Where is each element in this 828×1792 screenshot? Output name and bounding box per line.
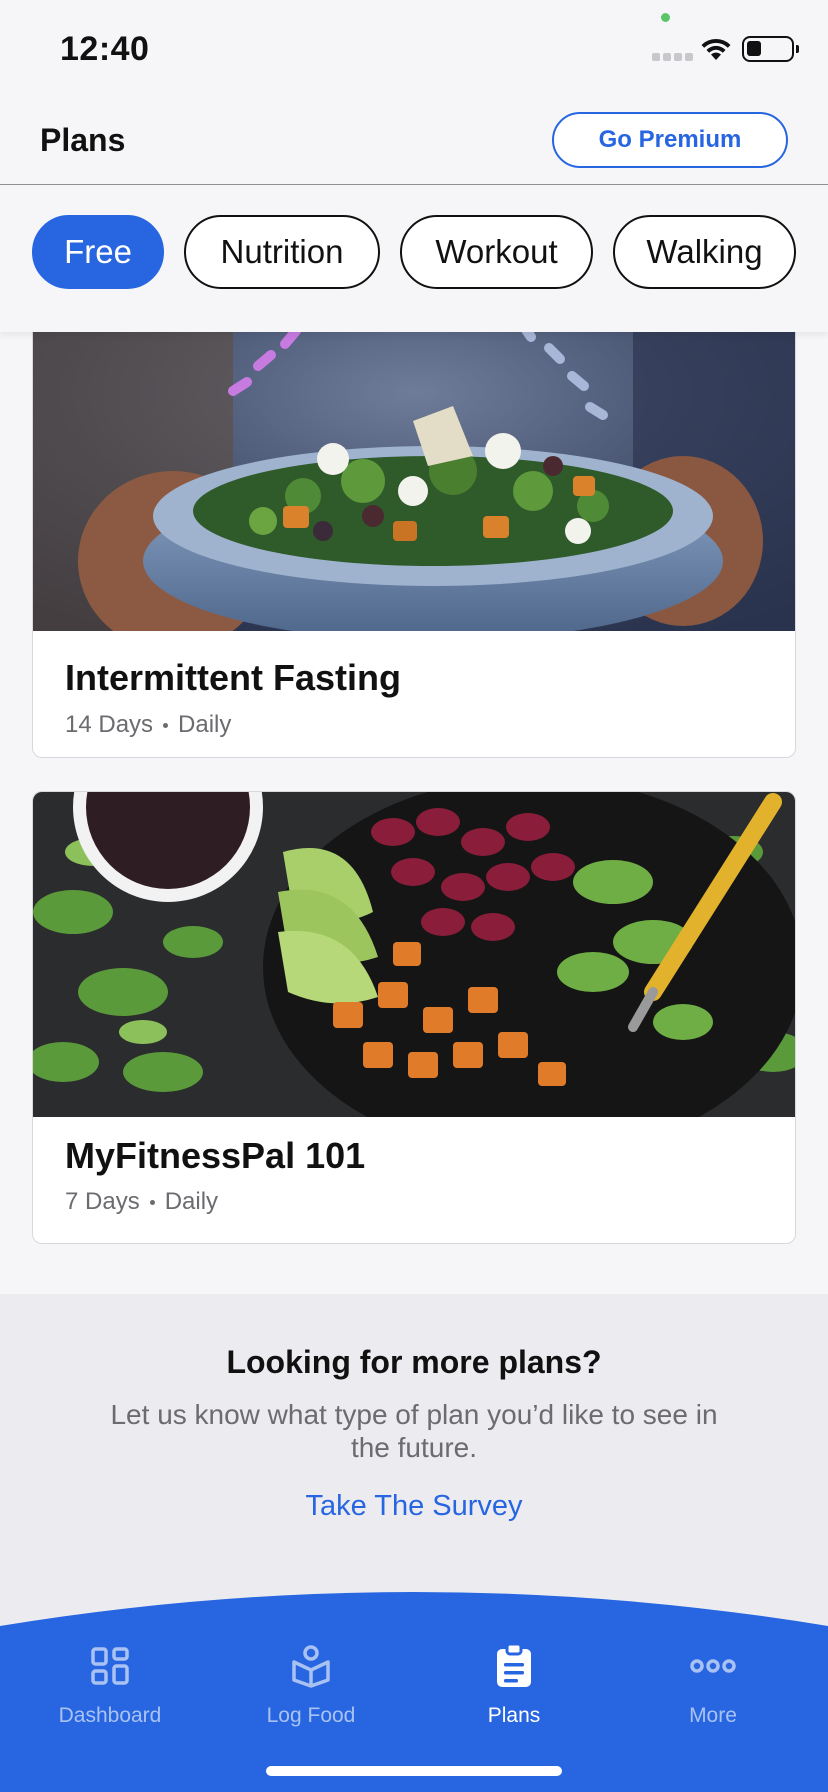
camera-indicator-icon (661, 13, 670, 22)
plan-frequency: Daily (178, 711, 232, 738)
cellular-signal-icon (652, 53, 693, 61)
tab-label: Log Food (266, 1704, 356, 1727)
more-plans-description: Let us know what type of plan you’d like… (110, 1399, 718, 1463)
dashboard-icon (90, 1642, 130, 1690)
plan-duration: 14 Days (65, 711, 154, 738)
tab-more[interactable]: More (633, 1642, 793, 1728)
plan-card-intermittent-fasting[interactable]: Intermittent Fasting 14 Days Daily (32, 290, 796, 758)
battery-icon (742, 36, 799, 62)
home-indicator[interactable] (266, 1766, 562, 1776)
plan-title: MyFitnessPal 101 (65, 1135, 366, 1176)
take-survey-link[interactable]: Take The Survey (0, 1490, 828, 1523)
plan-frequency: Daily (164, 1188, 219, 1215)
tab-label: Dashboard (58, 1704, 162, 1727)
tab-label: More (689, 1704, 737, 1727)
filter-chip-nutrition[interactable]: Nutrition (184, 215, 380, 289)
app-header: Plans Go Premium (0, 100, 828, 185)
bottom-tab-bar: Dashboard Log Food Plans More (0, 1592, 828, 1792)
go-premium-button[interactable]: Go Premium (552, 112, 788, 168)
page-title: Plans (40, 122, 126, 158)
plan-duration: 7 Days (65, 1188, 140, 1215)
status-time: 12:40 (60, 30, 150, 68)
log-food-icon (290, 1642, 332, 1690)
filter-chip-walking[interactable]: Walking (613, 215, 796, 289)
filter-chip-workout[interactable]: Workout (400, 215, 593, 289)
plan-title: Intermittent Fasting (65, 657, 402, 698)
separator-dot (149, 1199, 155, 1205)
plans-icon (495, 1642, 533, 1690)
plan-meta: 7 Days Daily (65, 1188, 218, 1216)
tab-label: Plans (487, 1704, 541, 1727)
status-bar: 12:40 (0, 0, 828, 100)
more-icon (690, 1642, 736, 1690)
filter-chip-free[interactable]: Free (32, 215, 164, 289)
tab-dashboard[interactable]: Dashboard (30, 1642, 190, 1728)
plan-card-myfitnesspal-101[interactable]: MyFitnessPal 101 7 Days Daily (32, 791, 796, 1244)
plan-meta: 14 Days Daily (65, 711, 231, 739)
tab-log-food[interactable]: Log Food (231, 1642, 391, 1728)
wifi-icon (701, 38, 731, 60)
tab-plans[interactable]: Plans (434, 1642, 594, 1728)
more-plans-title: Looking for more plans? (226, 1344, 602, 1380)
separator-dot (163, 722, 169, 728)
plan-image-grain-bowl (33, 792, 795, 1117)
plan-image-salad-bowl (33, 291, 795, 631)
plan-filter-bar: Free Nutrition Workout Walking (0, 186, 828, 332)
